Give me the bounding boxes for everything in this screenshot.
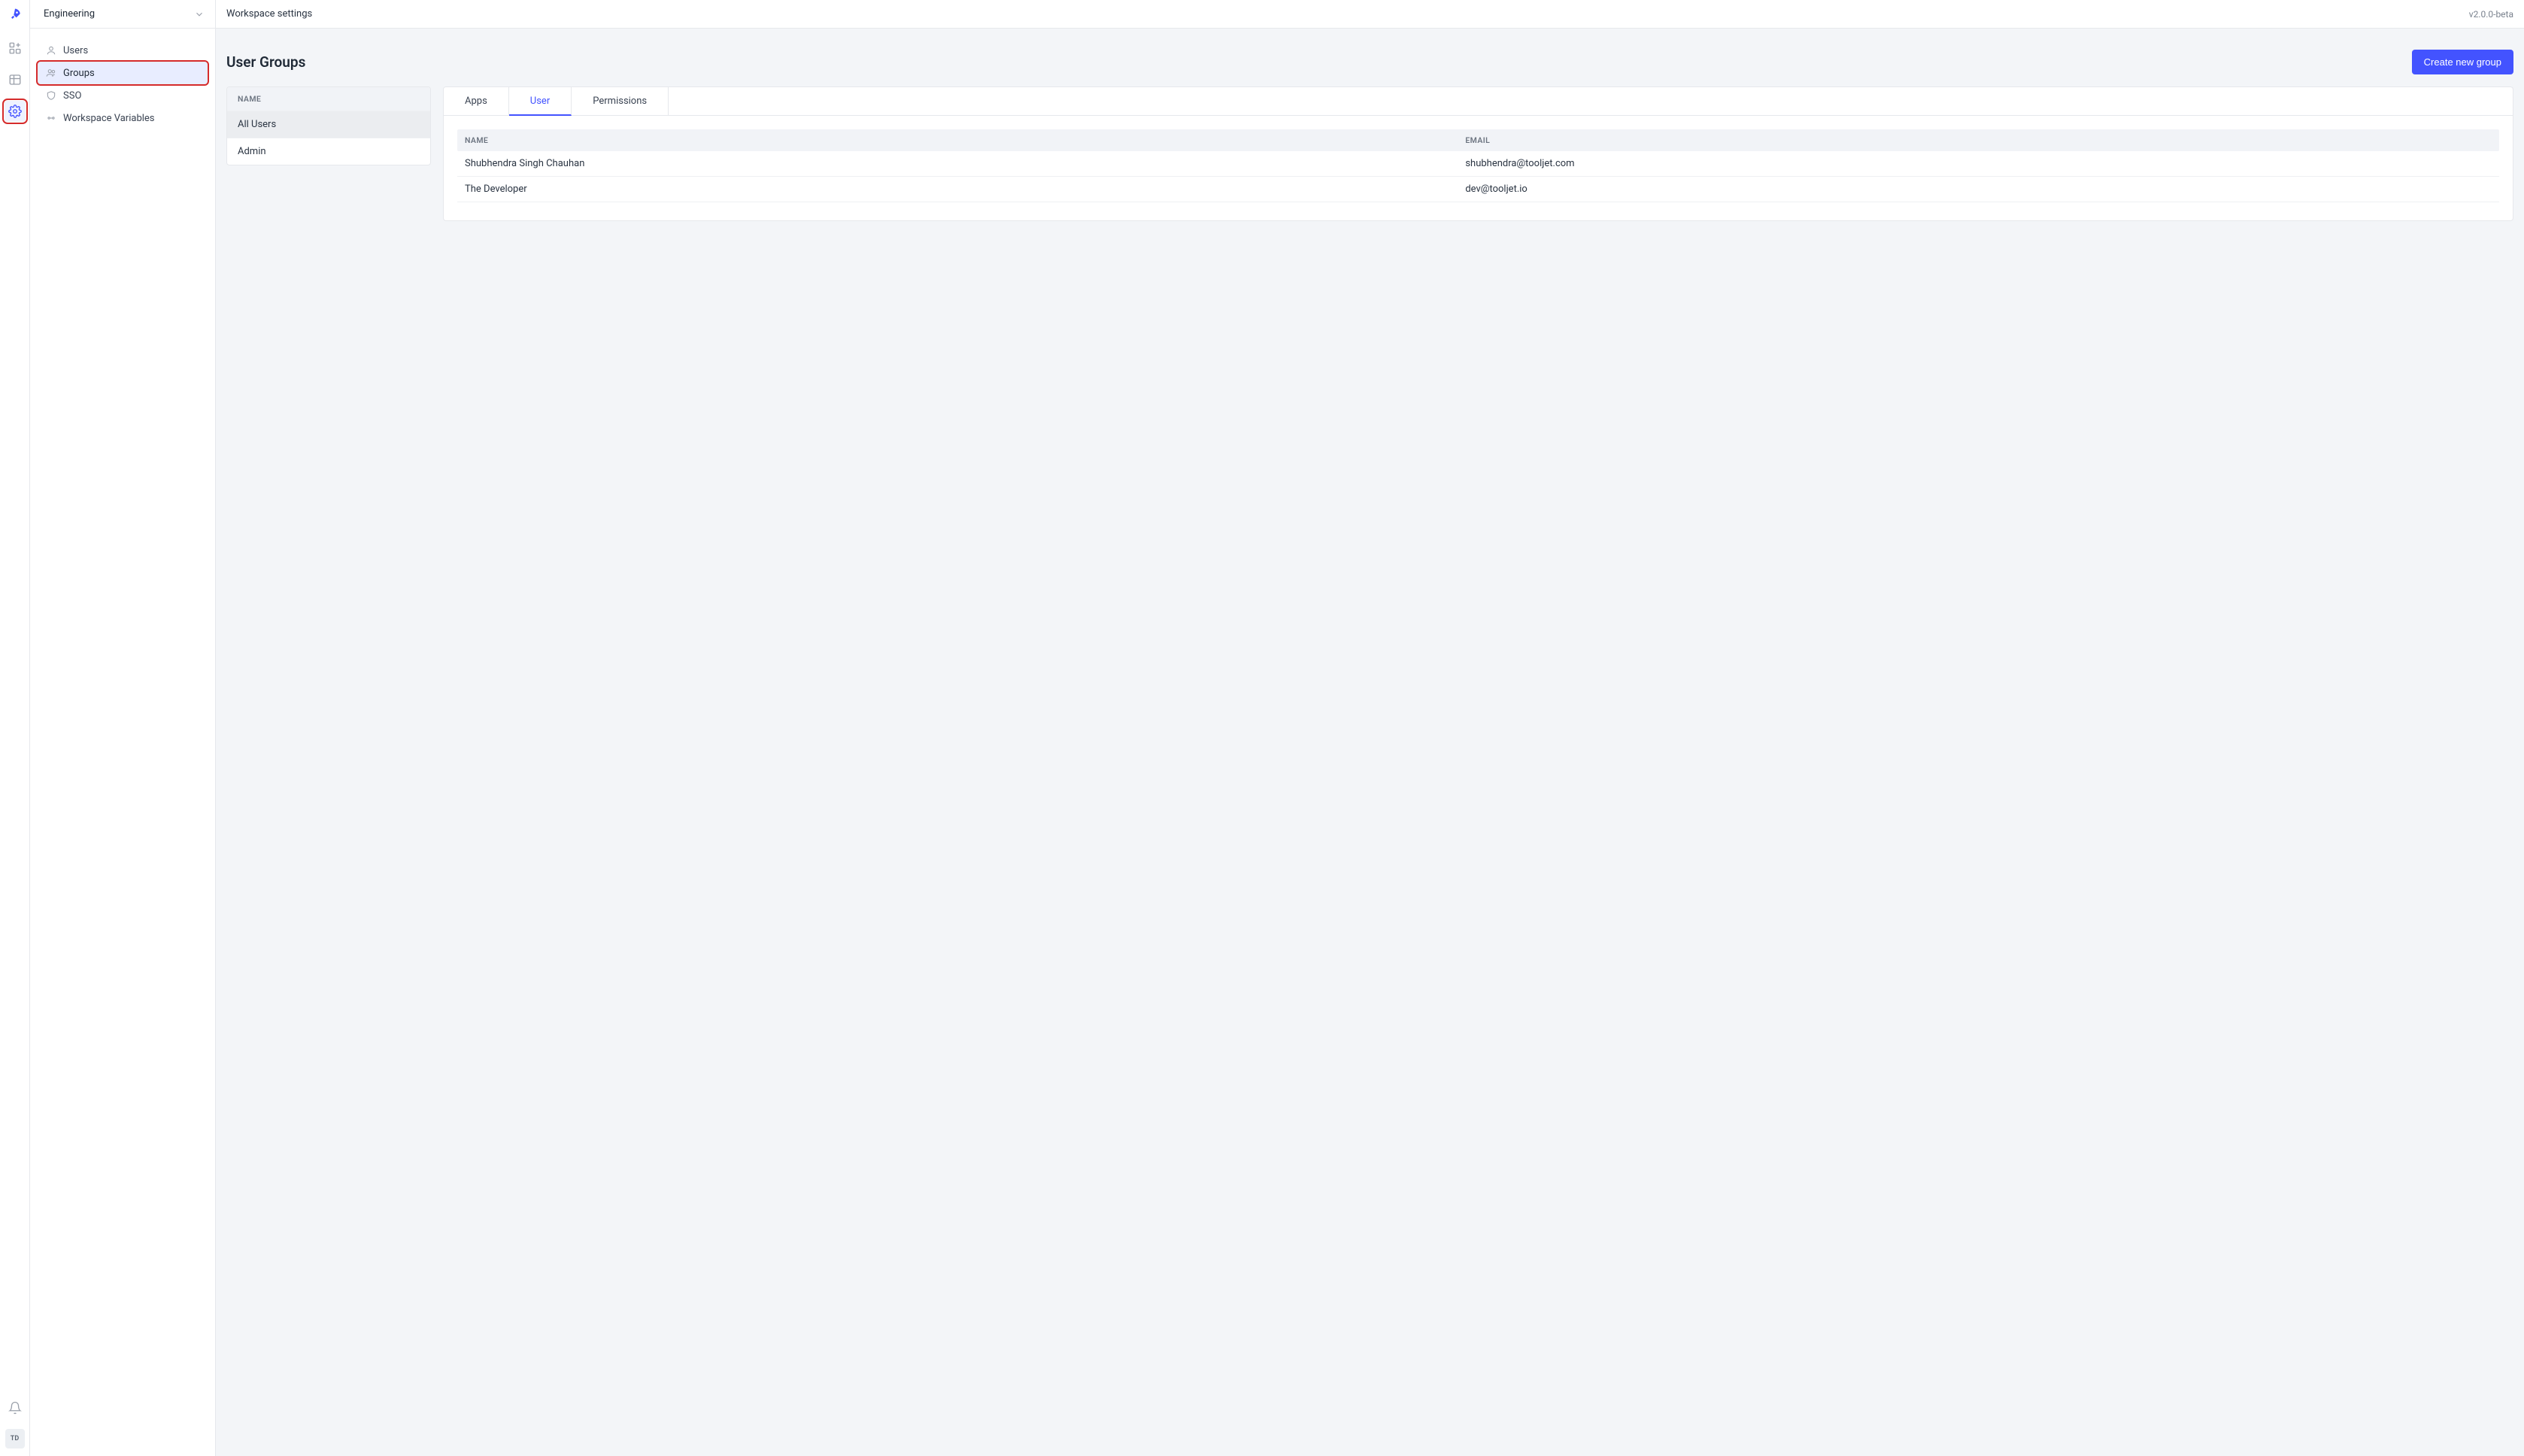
page-title: User Groups — [226, 53, 305, 71]
group-detail-panel: Apps User Permissions NAME EMAIL Shubhen… — [443, 86, 2513, 221]
shield-icon — [45, 89, 57, 102]
nav-apps[interactable] — [5, 38, 26, 59]
main-area: Workspace settings v2.0.0-beta User Grou… — [216, 0, 2524, 1456]
gear-icon — [8, 105, 22, 118]
breadcrumb-title: Workspace settings — [226, 8, 312, 20]
group-row[interactable]: Admin — [227, 138, 430, 165]
column-header-email: EMAIL — [1458, 129, 2499, 151]
tabs: Apps User Permissions — [444, 87, 2513, 116]
user-icon — [45, 44, 57, 56]
sidebar-item-label: Users — [63, 45, 88, 56]
groups-panel: NAME All Users Admin — [226, 86, 431, 165]
variable-icon — [45, 112, 57, 124]
sidebar-item-label: Groups — [63, 68, 95, 79]
table-icon — [8, 73, 22, 86]
tab-permissions[interactable]: Permissions — [572, 87, 669, 115]
user-avatar[interactable]: TD — [5, 1429, 25, 1448]
sidebar-item-label: Workspace Variables — [63, 113, 155, 124]
sidebar-item-workspace-variables[interactable]: Workspace Variables — [38, 107, 208, 129]
sidebar: Engineering Users Groups SSO — [30, 0, 216, 1456]
panels: NAME All Users Admin Apps User Permissio… — [226, 86, 2513, 221]
sidebar-nav: Users Groups SSO Workspace Variables — [30, 29, 215, 129]
table-row[interactable]: Shubhendra Singh Chauhan shubhendra@tool… — [457, 151, 2499, 177]
icon-rail: TD — [0, 0, 30, 1456]
app-version: v2.0.0-beta — [2469, 9, 2513, 20]
sidebar-item-sso[interactable]: SSO — [38, 84, 208, 107]
tab-apps[interactable]: Apps — [444, 87, 509, 115]
users-table: NAME EMAIL Shubhendra Singh Chauhan shub… — [444, 116, 2513, 220]
nav-notifications[interactable] — [5, 1397, 26, 1418]
content-header: User Groups Create new group — [226, 50, 2513, 74]
cell-email: dev@tooljet.io — [1458, 177, 2499, 202]
nav-database[interactable] — [5, 69, 26, 90]
nav-settings[interactable] — [5, 101, 26, 122]
cell-email: shubhendra@tooljet.com — [1458, 151, 2499, 176]
rocket-icon — [8, 8, 23, 23]
column-header-name: NAME — [457, 129, 1458, 151]
sidebar-item-users[interactable]: Users — [38, 39, 208, 62]
workspace-name: Engineering — [44, 8, 95, 20]
workspace-switcher[interactable]: Engineering — [30, 0, 215, 29]
sidebar-item-label: SSO — [63, 90, 81, 102]
chevron-down-icon — [194, 9, 205, 20]
bell-icon — [8, 1401, 22, 1415]
create-new-group-button[interactable]: Create new group — [2412, 50, 2513, 74]
tab-user[interactable]: User — [509, 87, 572, 116]
groups-panel-header: NAME — [227, 87, 430, 111]
table-header-row: NAME EMAIL — [457, 129, 2499, 151]
apps-icon — [8, 41, 22, 55]
sidebar-item-groups[interactable]: Groups — [38, 62, 208, 84]
cell-name: The Developer — [457, 177, 1458, 202]
group-row[interactable]: All Users — [227, 111, 430, 138]
cell-name: Shubhendra Singh Chauhan — [457, 151, 1458, 176]
content: User Groups Create new group NAME All Us… — [216, 29, 2524, 232]
table-row[interactable]: The Developer dev@tooljet.io — [457, 177, 2499, 202]
app-logo[interactable] — [6, 6, 24, 24]
users-icon — [45, 67, 57, 79]
main-header: Workspace settings v2.0.0-beta — [216, 0, 2524, 29]
